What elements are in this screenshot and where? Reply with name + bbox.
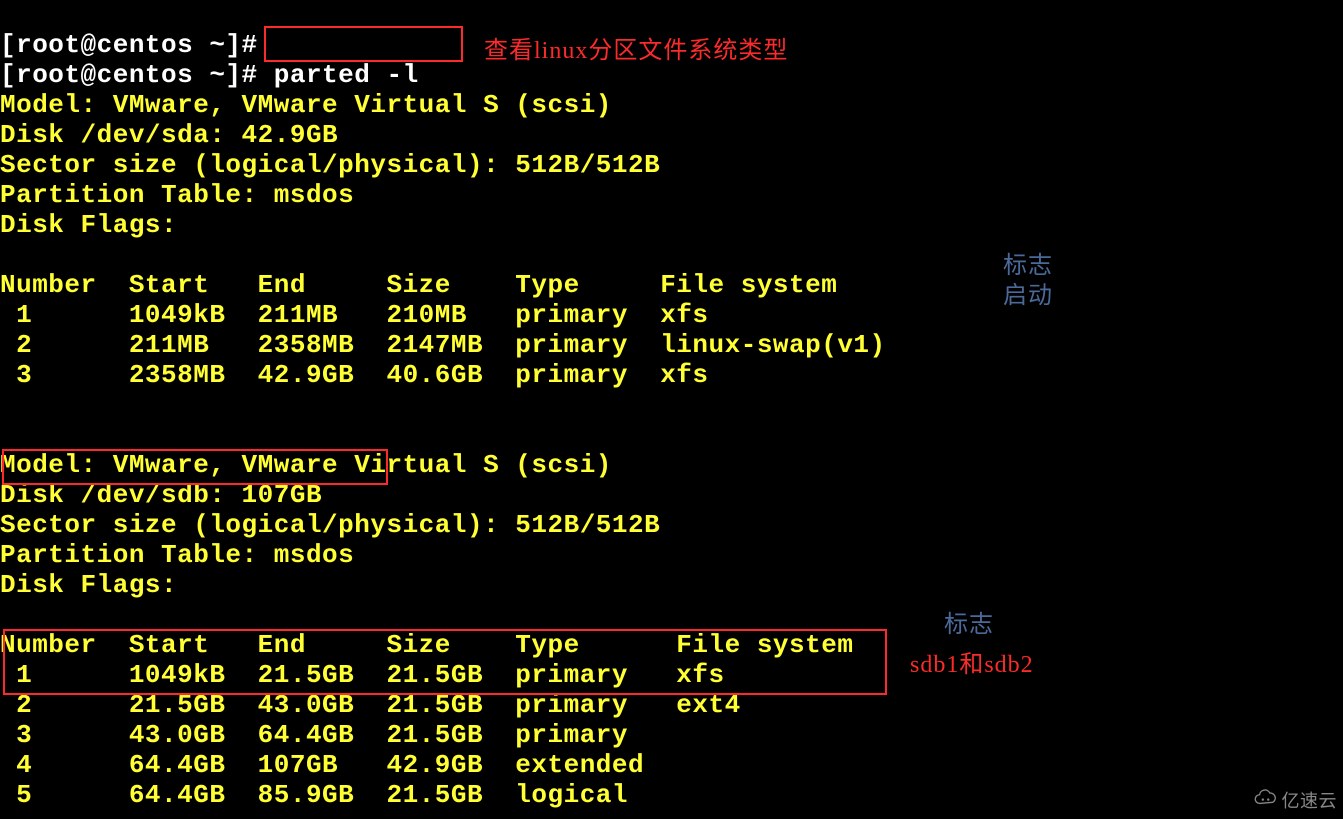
output-line-ptable: Partition Table: msdos — [0, 540, 354, 570]
table-row: 3 43.0GB 64.4GB 21.5GB primary — [0, 720, 628, 750]
output-line-model: Model: VMware, VMware Virtual S (scsi) — [0, 450, 612, 480]
annotation-boot-flag: 启动 — [1003, 275, 1053, 310]
annotation-command: 查看linux分区文件系统类型 — [484, 30, 788, 65]
output-line-sector: Sector size (logical/physical): 512B/512… — [0, 510, 660, 540]
table-header: Number Start End Size Type File system — [0, 630, 886, 660]
output-line-disk: Disk /dev/sda: 42.9GB — [0, 120, 338, 150]
output-line-model: Model: VMware, VMware Virtual S (scsi) — [0, 90, 612, 120]
table-row: 4 64.4GB 107GB 42.9GB extended — [0, 750, 644, 780]
output-line-disk: Disk /dev/sdb: 107GB — [0, 480, 322, 510]
output-line-ptable: Partition Table: msdos — [0, 180, 354, 210]
watermark: 亿速云 — [1252, 787, 1338, 813]
output-line-dflags: Disk Flags: — [0, 570, 177, 600]
table-row: 3 2358MB 42.9GB 40.6GB primary xfs — [0, 360, 709, 390]
output-line-sector: Sector size (logical/physical): 512B/512… — [0, 150, 660, 180]
cloud-icon — [1252, 788, 1278, 813]
shell-prompt: [root@centos ~]# — [0, 30, 258, 60]
table-row: 5 64.4GB 85.9GB 21.5GB logical — [0, 780, 628, 810]
table-row: 1 1049kB 21.5GB 21.5GB primary xfs — [0, 660, 725, 690]
output-line-dflags: Disk Flags: — [0, 210, 177, 240]
annotation-sdb-partitions: sdb1和sdb2 — [910, 644, 1034, 679]
command-text: parted -l — [274, 60, 419, 90]
table-row: 2 21.5GB 43.0GB 21.5GB primary ext4 — [0, 690, 741, 720]
watermark-text: 亿速云 — [1282, 787, 1338, 813]
annotation-flag-header-2: 标志 — [944, 604, 994, 639]
terminal-output[interactable]: [root@centos ~]# [root@centos ~]# parted… — [0, 0, 1343, 810]
shell-prompt: [root@centos ~]# — [0, 60, 274, 90]
table-row: 2 211MB 2358MB 2147MB primary linux-swap… — [0, 330, 886, 360]
table-header: Number Start End Size Type File system — [0, 270, 902, 300]
table-row: 1 1049kB 211MB 210MB primary xfs — [0, 300, 902, 330]
